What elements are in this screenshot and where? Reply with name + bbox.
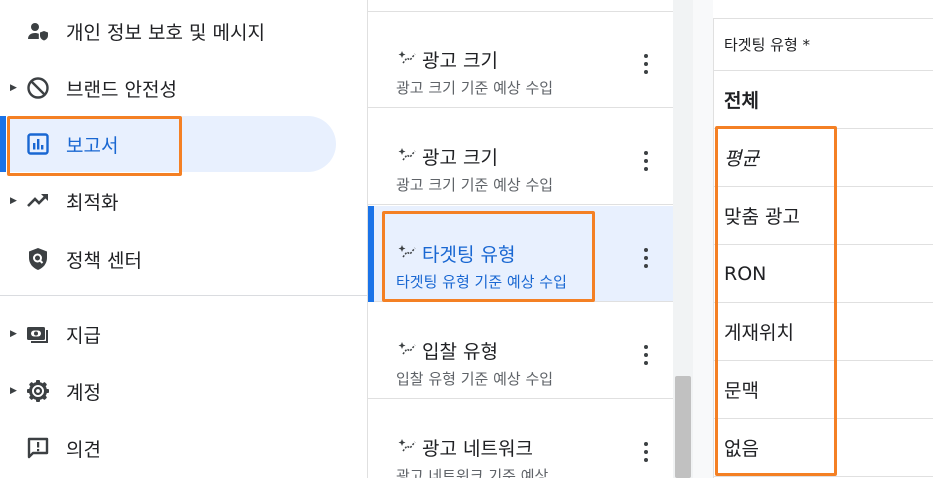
sidebar-item-payments[interactable]: ▶ 지급 — [0, 306, 367, 362]
gear-icon — [26, 379, 50, 403]
report-card-partial[interactable] — [368, 0, 674, 12]
report-card-selected[interactable]: 타겟팅 유형 타겟팅 유형 기준 예상 수입 — [368, 206, 674, 302]
sidebar-item-label: 최적화 — [66, 191, 119, 214]
scrollbar-thumb[interactable] — [675, 376, 691, 478]
table-row: 없음 — [714, 419, 933, 477]
report-card-subtitle: 타겟팅 유형 기준 예상 수입 — [396, 273, 567, 291]
table-row-total: 전체 — [714, 71, 933, 129]
sidebar-item-label: 정책 센터 — [66, 249, 142, 272]
sidebar-item-label: 지급 — [66, 324, 101, 347]
table-header-targeting-type[interactable]: 타겟팅 유형 * — [714, 19, 933, 71]
policy-shield-icon — [26, 247, 50, 271]
sidebar-item-optimization[interactable]: ▶ 최적화 — [0, 173, 367, 229]
sparkle-trend-icon — [398, 245, 416, 258]
sparkle-trend-icon — [398, 439, 416, 452]
more-vert-icon[interactable] — [636, 246, 656, 270]
report-card[interactable]: 광고 네트워크 광고 네트워크 기준 예상 ... — [368, 400, 674, 478]
report-card-title: 타겟팅 유형 — [422, 244, 516, 266]
sidebar-divider — [0, 295, 367, 296]
table-row: 게재위치 — [714, 303, 933, 361]
sparkle-trend-icon — [398, 148, 416, 161]
sidebar-item-label: 개인 정보 보호 및 메시지 — [66, 21, 265, 44]
report-card-subtitle: 광고 네트워크 기준 예상 ... — [396, 467, 568, 478]
sidebar-item-account[interactable]: ▶ 계정 — [0, 363, 367, 419]
sidebar-item-feedback[interactable]: 의견 — [0, 420, 367, 476]
report-card-subtitle: 광고 크기 기준 예상 수입 — [396, 176, 554, 194]
sidebar-item-label: 브랜드 안전성 — [66, 78, 177, 101]
sidebar-item-privacy-messaging[interactable]: 개인 정보 보호 및 메시지 — [0, 3, 367, 59]
bar-chart-icon — [26, 132, 50, 156]
sidebar-item-policy-center[interactable]: 정책 센터 — [0, 231, 367, 287]
sidebar-item-reports[interactable]: 보고서 — [0, 116, 367, 172]
caret-right-icon[interactable]: ▶ — [10, 329, 18, 339]
table-row-average: 평균 — [714, 129, 933, 187]
report-card[interactable]: 입찰 유형 입찰 유형 기준 예상 수입 — [368, 303, 674, 399]
report-card-subtitle: 입찰 유형 기준 예상 수입 — [396, 370, 554, 388]
report-card-title: 입찰 유형 — [422, 341, 498, 363]
caret-right-icon[interactable]: ▶ — [10, 196, 18, 206]
sidebar-item-brand-safety[interactable]: ▶ 브랜드 안전성 — [0, 60, 367, 116]
panel-gutter — [693, 0, 713, 478]
feedback-icon — [26, 436, 50, 460]
report-table: 타겟팅 유형 * 전체 평균 맞춤 광고 RON 게재위치 문맥 없음 — [713, 18, 933, 478]
caret-right-icon[interactable]: ▶ — [10, 83, 18, 93]
person-shield-icon — [26, 19, 50, 43]
report-card-title: 광고 크기 — [422, 147, 498, 169]
table-row: 맞춤 광고 — [714, 187, 933, 245]
sparkle-trend-icon — [398, 342, 416, 355]
report-card-title: 광고 네트워크 — [422, 438, 533, 460]
payments-icon — [26, 322, 50, 346]
report-card-title: 광고 크기 — [422, 50, 498, 72]
block-icon — [26, 76, 50, 100]
active-indicator — [0, 116, 6, 172]
report-list: 광고 크기 광고 크기 기준 예상 수입 광고 크기 광고 크기 기준 예상 수… — [367, 0, 674, 478]
selected-indicator — [368, 206, 374, 302]
more-vert-icon[interactable] — [636, 52, 656, 76]
more-vert-icon[interactable] — [636, 149, 656, 173]
report-card[interactable]: 광고 크기 광고 크기 기준 예상 수입 — [368, 109, 674, 205]
sidebar-item-label: 보고서 — [66, 134, 119, 157]
sparkle-trend-icon — [398, 51, 416, 64]
report-card-subtitle: 광고 크기 기준 예상 수입 — [396, 79, 554, 97]
more-vert-icon[interactable] — [636, 440, 656, 464]
trending-up-icon — [26, 189, 50, 213]
table-row: 문맥 — [714, 361, 933, 419]
sidebar-item-label: 의견 — [66, 438, 101, 461]
report-card[interactable]: 광고 크기 광고 크기 기준 예상 수입 — [368, 12, 674, 108]
active-pill — [8, 116, 336, 172]
caret-right-icon[interactable]: ▶ — [10, 386, 18, 396]
more-vert-icon[interactable] — [636, 343, 656, 367]
report-list-scrollbar[interactable] — [673, 0, 693, 478]
sidebar-item-label: 계정 — [66, 381, 101, 404]
sidebar-nav: 개인 정보 보호 및 메시지 ▶ 브랜드 안전성 보고서 ▶ 최적화 정책 센터… — [0, 0, 367, 478]
table-row: RON — [714, 245, 933, 303]
